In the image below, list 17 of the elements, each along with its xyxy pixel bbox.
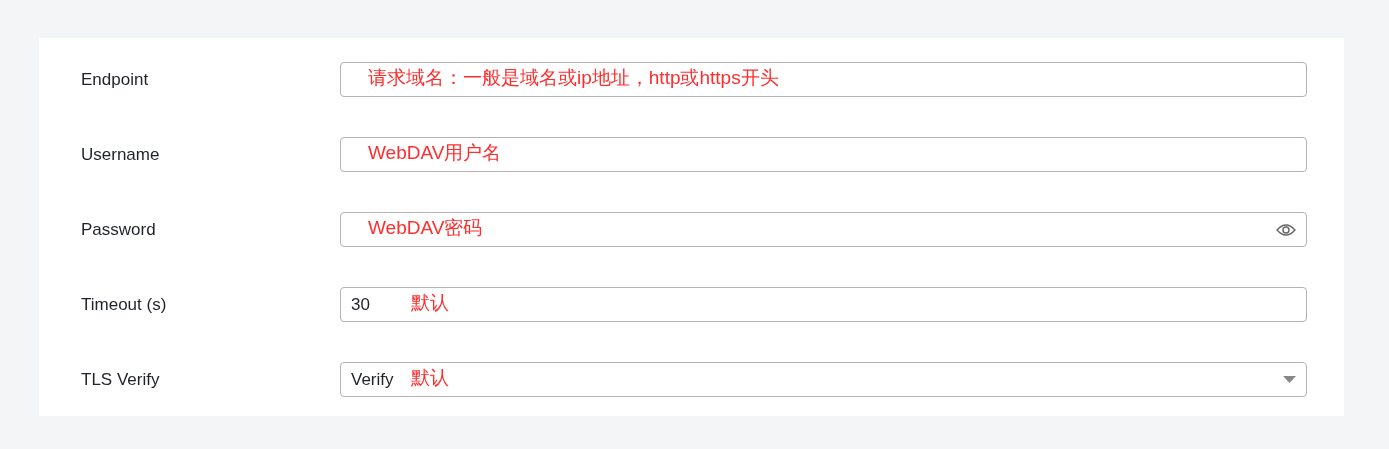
input-field[interactable]: 30 默认 xyxy=(340,287,1307,322)
eye-icon[interactable] xyxy=(1276,222,1296,237)
field-label: Timeout (s) xyxy=(81,294,168,315)
select-field[interactable]: Verify 默认 xyxy=(340,362,1307,397)
caret-icon xyxy=(1283,376,1296,383)
field-label: TLS Verify xyxy=(81,369,161,390)
annotation-text: 默认 xyxy=(411,366,449,390)
field-label: Password xyxy=(81,219,157,240)
field-label: Username xyxy=(81,144,161,165)
annotation-text: WebDAV用户名 xyxy=(368,141,502,165)
annotation-text: 默认 xyxy=(411,291,449,315)
field-label: Endpoint xyxy=(81,69,150,90)
annotation-text: 请求域名：一般是域名或ip地址，http或https开头 xyxy=(368,66,779,90)
password-field[interactable]: WebDAV密码 xyxy=(340,212,1307,247)
annotation-text: WebDAV密码 xyxy=(368,216,483,240)
input-field[interactable]: WebDAV用户名 xyxy=(340,137,1307,172)
input-field[interactable]: 请求域名：一般是域名或ip地址，http或https开头 xyxy=(340,62,1307,97)
